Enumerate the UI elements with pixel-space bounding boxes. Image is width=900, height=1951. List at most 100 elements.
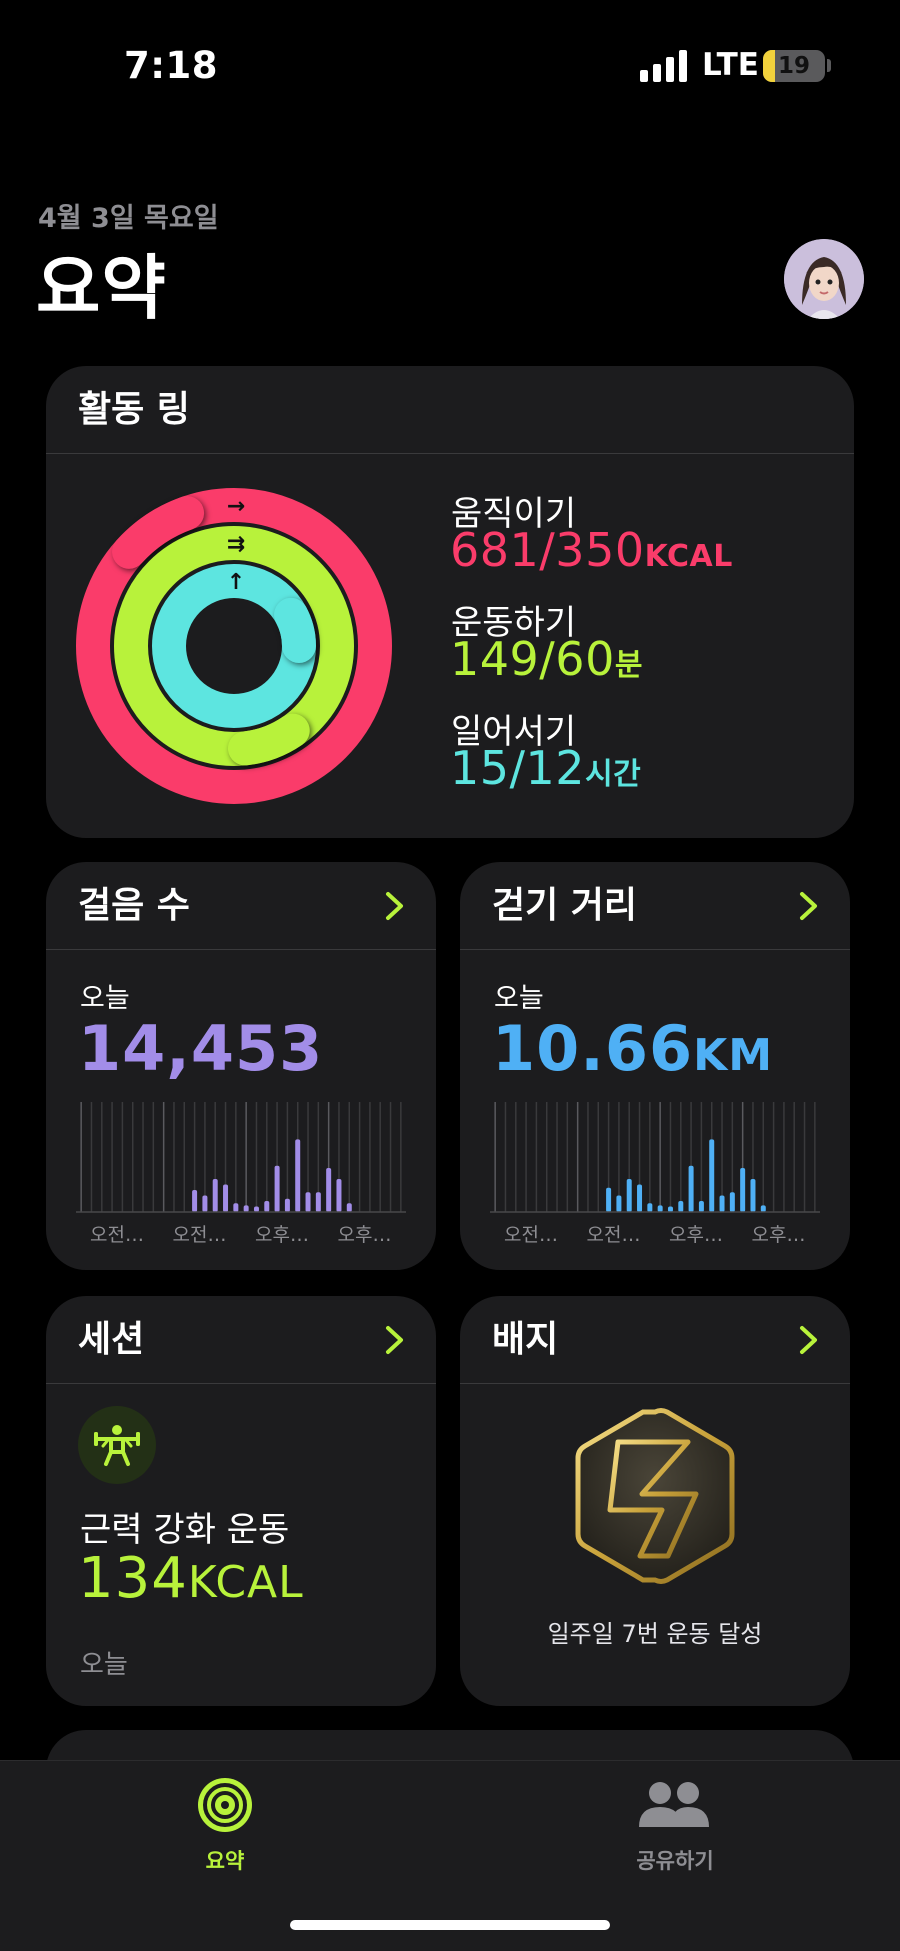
activity-rings-chart: → ⇉ ↑ — [76, 488, 392, 804]
workout-kcal-number: 134 — [78, 1546, 188, 1611]
time-axis-label: 오후… — [751, 1224, 806, 1246]
card-title: 활동 링 — [78, 389, 190, 430]
hour-bar — [626, 1179, 632, 1212]
session-card[interactable]: 세션 근력 강화 운동 134KCAL 오늘 — [46, 1296, 436, 1706]
card-title: 배지 — [492, 1319, 559, 1360]
hour-bar — [647, 1203, 653, 1212]
card-header: 활동 링 — [46, 366, 854, 454]
hour-bar — [688, 1165, 694, 1212]
walking-distance-card[interactable]: 걷기 거리 오늘 10.66KM 오전… 오전… 오후… 오후… — [460, 862, 850, 1270]
hour-bar — [243, 1205, 249, 1212]
hour-bar — [326, 1168, 332, 1212]
time-axis-label: 오전… — [90, 1224, 144, 1246]
exercise-value-number: 149/60 — [450, 632, 615, 686]
hour-bar — [667, 1206, 673, 1212]
steps-time-axis: 오전… 오전… 오후… 오후… — [76, 1220, 406, 1250]
distance-time-axis: 오전… 오전… 오후… 오후… — [490, 1220, 820, 1250]
time-axis-label: 오전… — [586, 1224, 641, 1246]
move-ring-arrow-icon: → — [227, 494, 245, 519]
hour-bar — [274, 1165, 280, 1212]
card-title: 걸음 수 — [78, 885, 190, 926]
card-header: 걷기 거리 — [460, 862, 850, 950]
hour-bar — [606, 1187, 612, 1212]
hour-bar — [315, 1192, 321, 1212]
distance-unit: KM — [693, 1030, 774, 1081]
move-unit: KCAL — [644, 539, 733, 574]
workout-name: 근력 강화 운동 — [80, 1510, 290, 1550]
chevron-right-icon[interactable] — [384, 1324, 406, 1356]
activity-rings-icon — [198, 1778, 252, 1832]
battery-icon: 19 — [763, 50, 825, 82]
hour-bar — [637, 1184, 643, 1212]
hour-bar — [233, 1203, 239, 1212]
hour-bar — [698, 1201, 704, 1212]
card-title: 세션 — [78, 1319, 145, 1360]
chevron-right-icon[interactable] — [798, 1324, 820, 1356]
tab-label: 공유하기 — [636, 1849, 714, 1873]
time-axis-label: 오전… — [172, 1224, 227, 1246]
stand-value-number: 15/12 — [450, 741, 586, 795]
exercise-unit: 분 — [614, 648, 643, 683]
hour-bar — [253, 1206, 259, 1212]
hour-bar — [760, 1205, 766, 1212]
time-axis-label: 오후… — [337, 1224, 392, 1246]
memoji-avatar-icon — [784, 239, 864, 319]
badges-card[interactable]: 배지 일주일 7번 운동 달성 — [460, 1296, 850, 1706]
hour-bar — [223, 1184, 229, 1212]
hour-bar — [336, 1179, 342, 1212]
hour-bar — [709, 1139, 715, 1212]
stand-ring — [152, 564, 316, 728]
tab-sharing[interactable]: 공유하기 — [575, 1761, 775, 1891]
tab-label: 요약 — [205, 1849, 245, 1873]
hour-bar — [740, 1168, 746, 1212]
steps-card[interactable]: 걸음 수 오늘 14,453 오전… 오전… 오후… 오후… — [46, 862, 436, 1270]
workout-date: 오늘 — [80, 1650, 128, 1680]
card-header: 세션 — [46, 1296, 436, 1384]
workout-calories: 134KCAL — [78, 1546, 304, 1611]
chevron-right-icon[interactable] — [798, 890, 820, 922]
card-header: 걸음 수 — [46, 862, 436, 950]
hour-bar — [284, 1198, 290, 1212]
hour-bar — [202, 1195, 208, 1212]
time-axis-label: 오전… — [504, 1224, 558, 1246]
avatar[interactable] — [784, 239, 864, 319]
hour-bar — [264, 1201, 270, 1212]
move-value-number: 681/350 — [450, 523, 645, 577]
people-icon — [639, 1782, 709, 1827]
page-title: 요약 — [36, 247, 167, 329]
hour-bar — [678, 1201, 684, 1212]
steps-value: 14,453 — [78, 1012, 324, 1085]
hour-bar — [346, 1203, 352, 1212]
hour-bar — [750, 1179, 756, 1212]
time-axis-label: 오후… — [255, 1224, 309, 1246]
stand-ring-overflow — [274, 597, 316, 663]
stand-value: 15/12시간 — [450, 741, 641, 795]
hour-bar — [192, 1190, 198, 1212]
card-title: 걷기 거리 — [492, 885, 638, 926]
activity-rings-card[interactable]: 활동 링 → ⇉ ↑ 움직이기 681/350KCAL 운동하기 149/60분 일… — [46, 366, 854, 838]
hour-bar — [729, 1192, 735, 1212]
status-time: 7:18 — [124, 44, 219, 87]
date-subtitle: 4월 3일 목요일 — [38, 203, 219, 234]
stand-ring-arrow-icon: ↑ — [227, 570, 245, 595]
chevron-right-icon[interactable] — [384, 890, 406, 922]
badge-caption: 일주일 7번 운동 달성 — [547, 1620, 763, 1648]
home-indicator — [290, 1920, 610, 1930]
distance-number: 10.66 — [492, 1012, 694, 1085]
gold-hexagon-badge-icon — [575, 1408, 735, 1584]
exercise-ring-arrow-icon: ⇉ — [227, 532, 245, 557]
hour-bar — [657, 1205, 663, 1212]
network-type: LTE — [702, 47, 759, 83]
hour-bar — [616, 1195, 622, 1212]
hour-bar — [305, 1192, 311, 1212]
hour-bar — [295, 1139, 301, 1212]
exercise-ring-overflow — [227, 713, 310, 766]
stand-unit: 시간 — [585, 757, 642, 792]
tab-summary[interactable]: 요약 — [125, 1761, 325, 1891]
weightlifting-icon — [78, 1406, 156, 1484]
time-axis-label: 오후… — [669, 1224, 723, 1246]
distance-value: 10.66KM — [492, 1012, 773, 1085]
period-label: 오늘 — [80, 983, 130, 1014]
period-label: 오늘 — [494, 983, 544, 1014]
card-header: 배지 — [460, 1296, 850, 1384]
